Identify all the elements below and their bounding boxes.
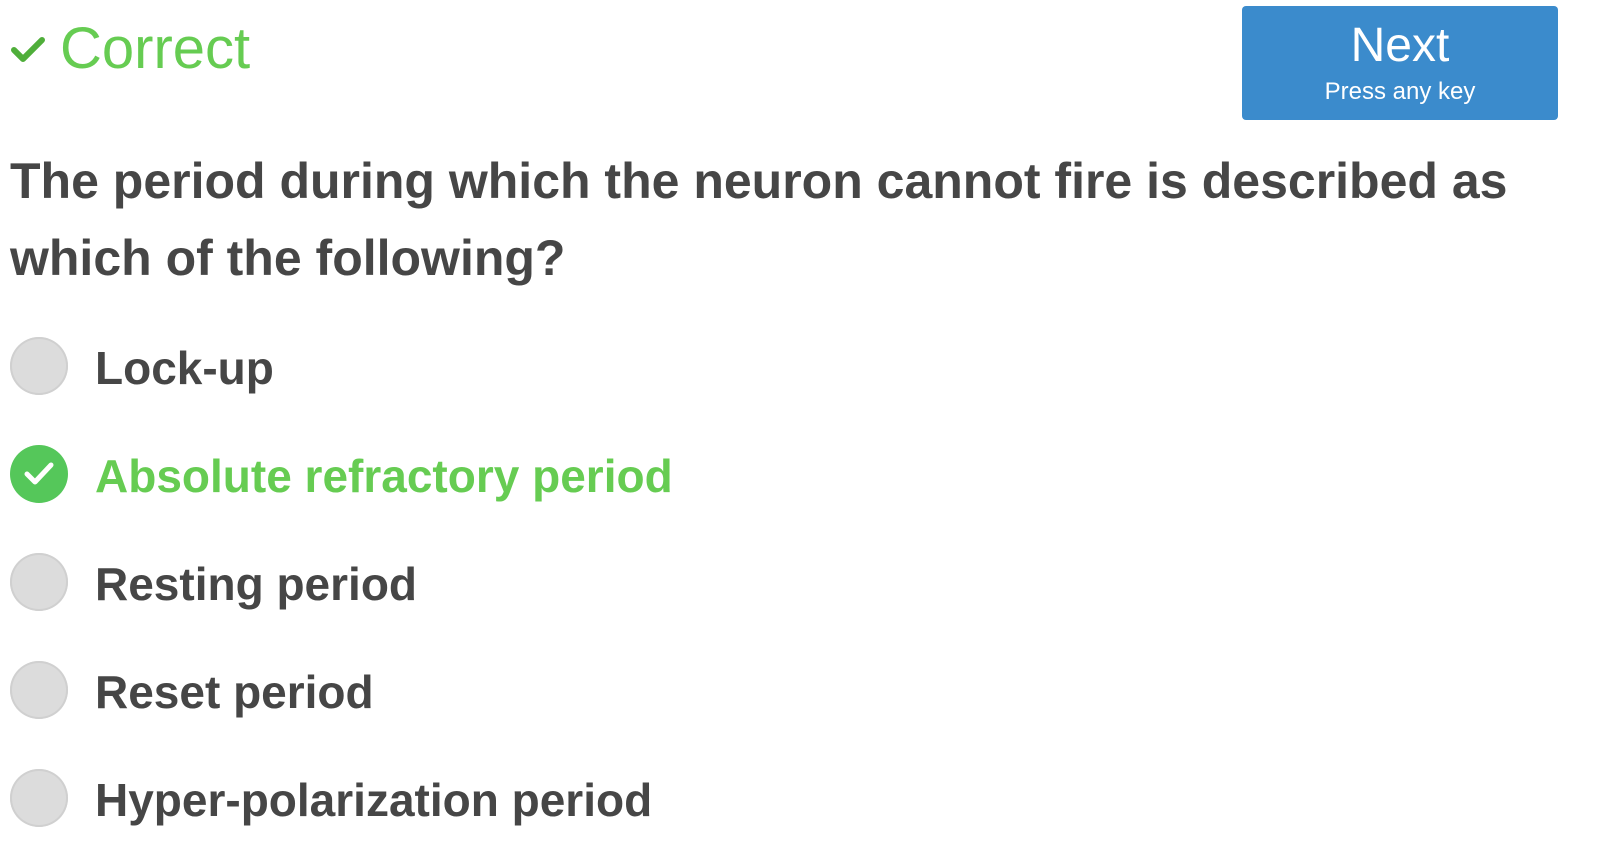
answer-option[interactable]: Lock-up	[0, 313, 1598, 421]
next-button[interactable]: Next Press any key	[1242, 6, 1558, 120]
radio-button[interactable]	[10, 661, 68, 719]
radio-button[interactable]	[10, 553, 68, 611]
radio-button-checked[interactable]	[10, 445, 68, 503]
answer-option-label: Reset period	[95, 666, 374, 718]
answer-option-label: Resting period	[95, 558, 418, 610]
answer-option-label: Lock-up	[95, 342, 274, 394]
answer-options-list: Lock-up Absolute refractory period Resti…	[0, 313, 1598, 853]
answer-option[interactable]: Resting period	[0, 529, 1598, 637]
answer-option-label: Hyper-polarization period	[95, 774, 653, 826]
check-icon	[24, 462, 54, 485]
answer-option-label: Absolute refractory period	[95, 450, 673, 502]
feedback-status-text: Correct	[60, 16, 251, 81]
question-text: The period during which the neuron canno…	[10, 153, 1508, 286]
radio-button[interactable]	[10, 337, 68, 395]
next-button-label: Next	[1350, 19, 1450, 72]
answer-option-correct[interactable]: Absolute refractory period	[0, 421, 1598, 529]
next-button-hint: Press any key	[1324, 78, 1476, 105]
check-icon	[10, 31, 46, 67]
answer-option[interactable]: Hyper-polarization period	[0, 745, 1598, 853]
radio-button[interactable]	[10, 769, 68, 827]
answer-option[interactable]: Reset period	[0, 637, 1598, 745]
feedback-banner: Correct	[10, 14, 250, 84]
